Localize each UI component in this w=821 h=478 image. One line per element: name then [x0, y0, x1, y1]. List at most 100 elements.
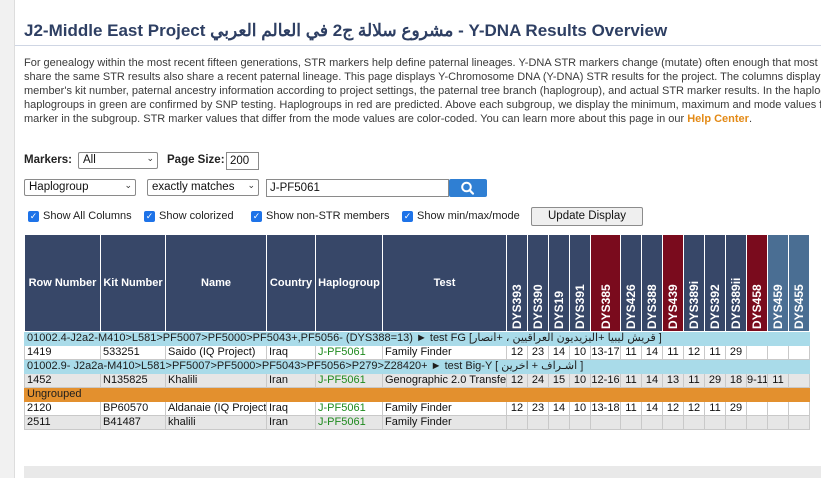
- header-haplogroup[interactable]: Haplogroup: [315, 234, 383, 332]
- cell-marker-value: 14: [641, 401, 663, 416]
- header-marker[interactable]: DYS19: [548, 234, 570, 332]
- cell-marker-value: [641, 415, 663, 430]
- markers-select[interactable]: All ⌄: [78, 152, 158, 169]
- description-line: For genealogy within the most recent fif…: [24, 57, 821, 69]
- show-non-str-checkbox[interactable]: ✓ Show non-STR members: [251, 210, 390, 222]
- chevron-down-icon: ⌄: [247, 180, 255, 190]
- match-select[interactable]: exactly matches ⌄: [147, 179, 259, 196]
- cell-haplogroup: J-PF5061: [315, 415, 383, 430]
- cell-marker-value: 18: [725, 373, 747, 388]
- header-marker[interactable]: DYS392: [704, 234, 726, 332]
- header-marker[interactable]: DYS389i: [683, 234, 705, 332]
- cell-marker-value: [788, 373, 810, 388]
- cell-haplogroup: J-PF5061: [315, 373, 383, 388]
- cell-row-number: 2511: [24, 415, 101, 430]
- description: For genealogy within the most recent fif…: [24, 56, 821, 126]
- cell-marker-value: [746, 345, 768, 360]
- cell-test: Family Finder: [382, 345, 507, 360]
- check-icon: ✓: [144, 210, 155, 222]
- header-test[interactable]: Test: [382, 234, 507, 332]
- marker-label: DYS390: [531, 284, 545, 329]
- description-line: haplogroups in green are confirmed by SN…: [24, 99, 821, 111]
- help-suffix: .: [748, 113, 753, 125]
- cell-kit-number: BP60570: [100, 401, 166, 416]
- header-marker[interactable]: DYS458: [746, 234, 768, 332]
- header-marker[interactable]: DYS389ii: [725, 234, 747, 332]
- cell-marker-value: [767, 401, 789, 416]
- cell-marker-value: 14: [641, 373, 663, 388]
- cell-marker-value: [683, 415, 705, 430]
- header-name[interactable]: Name: [165, 234, 267, 332]
- header-marker[interactable]: DYS426: [620, 234, 642, 332]
- header-marker[interactable]: DYS390: [527, 234, 549, 332]
- cell-marker-value: [569, 415, 591, 430]
- subgroup-label: 01002.4-J2a2-M410>L581>PF5007>PF5000>PF5…: [24, 331, 810, 346]
- results-table: Row Number Kit Number Name Country Haplogrou…: [24, 234, 810, 430]
- cell-marker-value: 23: [527, 345, 549, 360]
- subgroup-label: 01002.9- J2a2a-M410>L581>PF5007>PF5000>P…: [24, 359, 810, 374]
- show-min-max-checkbox[interactable]: ✓ Show min/max/mode: [402, 210, 520, 222]
- header-country[interactable]: Country: [266, 234, 316, 332]
- cell-marker-value: 12: [506, 401, 528, 416]
- marker-label: DYS19: [552, 290, 566, 329]
- match-select-value: exactly matches: [152, 181, 235, 193]
- cell-marker-value: 10: [569, 345, 591, 360]
- markers-select-value: All: [83, 154, 96, 166]
- marker-label: DYS439: [666, 284, 680, 329]
- marker-label: DYS393: [510, 284, 524, 329]
- marker-label: DYS389ii: [729, 277, 743, 329]
- cell-row-number: 2120: [24, 401, 101, 416]
- table-row: 2120 BP60570 Aldanaie (IQ Project) Iraq J-PF…: [24, 401, 810, 416]
- header-marker[interactable]: DYS393: [506, 234, 528, 332]
- cell-country: Iraq: [266, 401, 316, 416]
- results-table-wrapper: Row Number Kit Number Name Country Haplogrou…: [24, 234, 821, 434]
- check-icon: ✓: [251, 210, 262, 222]
- header-marker[interactable]: DYS385: [590, 234, 621, 332]
- subgroup-header-row: 01002.9- J2a2a-M410>L581>PF5007>PF5000>P…: [24, 359, 810, 374]
- cell-marker-value: [767, 415, 789, 430]
- marker-label: DYS455: [792, 284, 806, 329]
- cell-country: Iraq: [266, 345, 316, 360]
- search-input[interactable]: J-PF5061: [266, 179, 449, 197]
- header-marker[interactable]: DYS439: [662, 234, 684, 332]
- field-select[interactable]: Haplogroup ⌄: [24, 179, 136, 196]
- header-marker[interactable]: DYS459: [767, 234, 789, 332]
- cell-name: khalili: [165, 415, 267, 430]
- cell-marker-value: 14: [548, 345, 570, 360]
- description-line: share the same STR results also share a …: [24, 71, 821, 83]
- cell-row-number: 1419: [24, 345, 101, 360]
- header-marker[interactable]: DYS388: [641, 234, 663, 332]
- cell-marker-value: [620, 415, 642, 430]
- header-marker[interactable]: DYS391: [569, 234, 591, 332]
- check-icon: ✓: [28, 210, 39, 222]
- show-all-columns-checkbox[interactable]: ✓ Show All Columns: [28, 210, 132, 222]
- cell-marker-value: 11: [662, 345, 684, 360]
- marker-label: DYS385: [598, 284, 613, 329]
- cell-marker-value: 14: [548, 401, 570, 416]
- cell-marker-value: 11: [704, 401, 726, 416]
- marker-label: DYS388: [645, 284, 659, 329]
- cell-marker-value: 11: [620, 401, 642, 416]
- cell-marker-value: [746, 415, 768, 430]
- cell-marker-value: [788, 401, 810, 416]
- page-size-input[interactable]: 200: [226, 152, 259, 170]
- cell-marker-value: 15: [548, 373, 570, 388]
- cell-test: Genographic 2.0 Transfer: [382, 373, 507, 388]
- help-center-link[interactable]: Help Center: [687, 113, 749, 125]
- header-marker[interactable]: DYS455: [788, 234, 810, 332]
- header-kit-number[interactable]: Kit Number: [100, 234, 166, 332]
- ungrouped-label: Ungrouped: [24, 387, 810, 402]
- cell-marker-value: [590, 415, 621, 430]
- update-display-button[interactable]: Update Display: [531, 207, 643, 226]
- show-colorized-label: Show colorized: [159, 210, 234, 222]
- cell-marker-value: [788, 345, 810, 360]
- show-colorized-checkbox[interactable]: ✓ Show colorized: [144, 210, 234, 222]
- search-button[interactable]: [449, 179, 487, 197]
- header-row-number[interactable]: Row Number: [24, 234, 101, 332]
- page-size-label: Page Size:: [167, 154, 225, 166]
- cell-marker-value: 10: [569, 373, 591, 388]
- cell-kit-number: 533251: [100, 345, 166, 360]
- cell-marker-value: 29: [704, 373, 726, 388]
- cell-kit-number: N135825: [100, 373, 166, 388]
- cell-name: Aldanaie (IQ Project): [165, 401, 267, 416]
